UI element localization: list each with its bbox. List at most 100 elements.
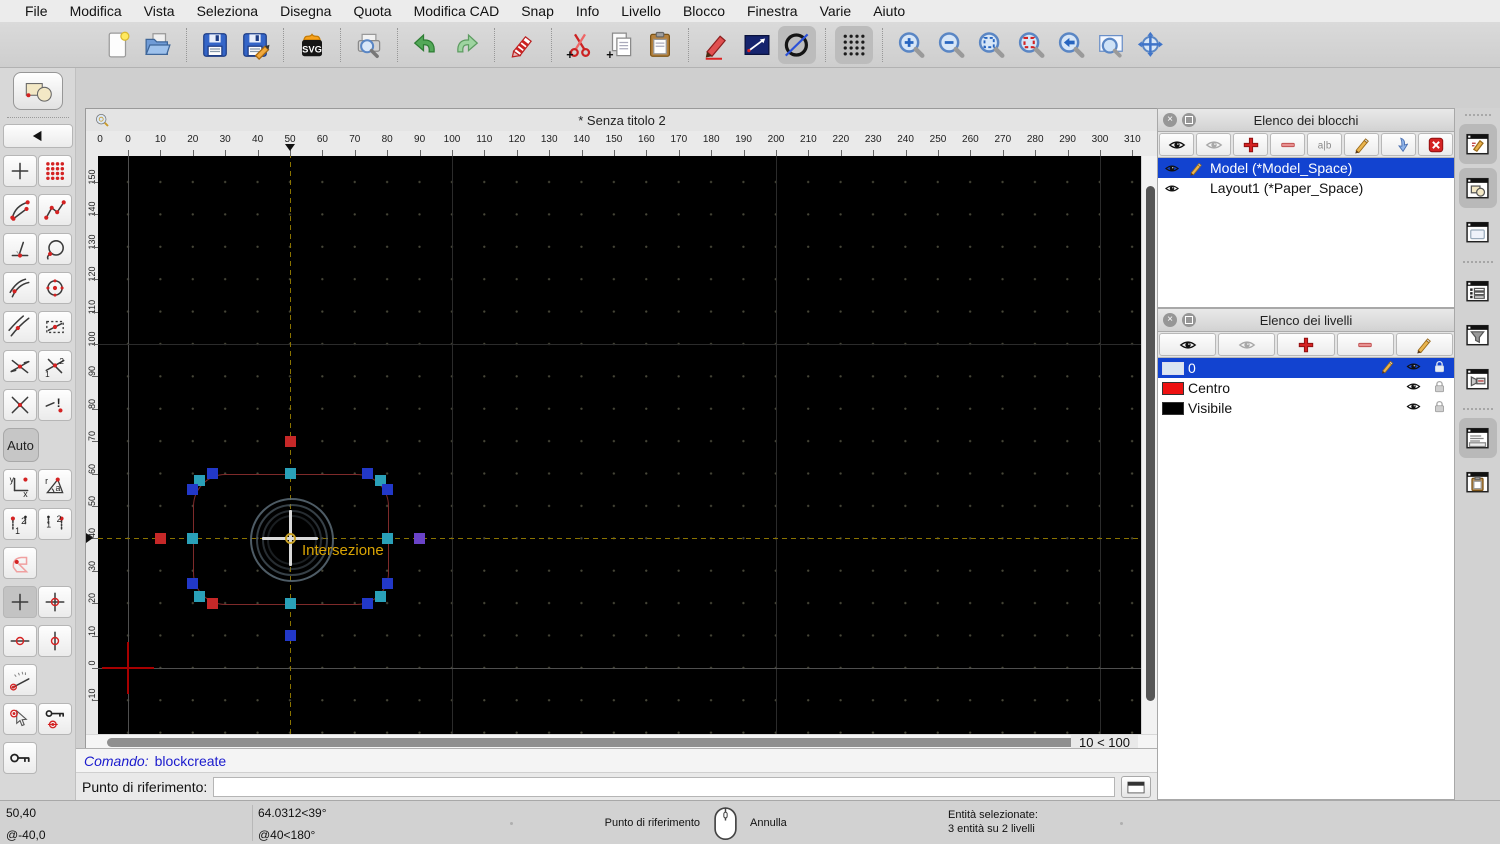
snap-grid-button[interactable] (37, 155, 72, 187)
dock-library-browser-button[interactable] (1459, 359, 1497, 399)
horizontal-scrollbar-thumb[interactable] (107, 738, 1078, 747)
edit-block-button[interactable] (1344, 133, 1379, 156)
menu-seleziona[interactable]: Seleziona (186, 3, 270, 19)
horizontal-scrollbar[interactable]: 10 < 100 (86, 734, 1158, 750)
block-row[interactable]: Model (*Model_Space) (1158, 158, 1454, 178)
menu-finestra[interactable]: Finestra (736, 3, 809, 19)
lock-icon[interactable] (1432, 359, 1447, 377)
entity-handle[interactable] (375, 591, 387, 603)
restrict-horizontal-button[interactable] (2, 625, 37, 657)
snap-cross-button[interactable] (2, 389, 37, 421)
eye-icon[interactable] (1406, 379, 1421, 397)
line-tool-button[interactable] (738, 26, 776, 64)
tool-options-button[interactable] (12, 72, 63, 110)
snap-middle-button[interactable] (2, 311, 37, 343)
dock-layer-filter-button[interactable] (1459, 315, 1497, 355)
snap-distance-button[interactable] (37, 311, 72, 343)
command-input[interactable] (213, 777, 1115, 797)
redo-button[interactable] (447, 26, 485, 64)
menu-quota[interactable]: Quota (342, 3, 402, 19)
edit-layer-button[interactable] (1395, 333, 1454, 356)
print-preview-button[interactable] (350, 26, 388, 64)
circle-tool-button[interactable] (778, 25, 816, 64)
menu-file[interactable]: File (14, 3, 59, 19)
entity-handle[interactable] (193, 591, 205, 603)
menu-vista[interactable]: Vista (133, 3, 186, 19)
entity-handle[interactable] (187, 484, 199, 496)
float-icon[interactable] (1182, 113, 1196, 127)
cut-button[interactable]: + (561, 26, 599, 64)
hide-all-blocks-button[interactable] (1196, 133, 1231, 156)
lock-icon[interactable] (1432, 379, 1447, 397)
insert-block-button[interactable] (1381, 133, 1416, 156)
back-button[interactable] (2, 124, 73, 148)
vertical-scrollbar[interactable] (1141, 156, 1158, 734)
grid-toggle-button[interactable] (835, 25, 873, 64)
eye-icon[interactable] (1406, 399, 1421, 417)
layer-row[interactable]: Visibile (1158, 398, 1454, 418)
edit-pencil-icon[interactable] (1380, 359, 1395, 377)
coord-polar-button[interactable]: ra (37, 469, 72, 501)
lock-button[interactable] (2, 742, 37, 774)
rename-block-button[interactable]: a|b (1307, 133, 1342, 156)
drawing-window-titlebar[interactable]: * Senza titolo 2 (86, 109, 1158, 132)
close-icon[interactable]: × (1163, 113, 1177, 127)
add-block-button[interactable] (1233, 133, 1268, 156)
visibility-toggle[interactable] (1162, 181, 1182, 196)
save-button[interactable] (196, 26, 234, 64)
menu-disegna[interactable]: Disegna (269, 3, 342, 19)
float-icon[interactable] (1182, 313, 1196, 327)
zoom-previous-button[interactable] (1052, 26, 1090, 64)
entity-handle[interactable] (414, 532, 426, 544)
show-all-layers-button[interactable] (1159, 333, 1217, 356)
dock-clipboard-button[interactable] (1459, 462, 1497, 502)
restrict-nothing-button[interactable] (2, 586, 37, 618)
snap-auto-button[interactable]: Auto (2, 428, 39, 462)
menu-modifica[interactable]: Modifica (59, 3, 133, 19)
show-all-blocks-button[interactable] (1159, 133, 1194, 156)
remove-block-button[interactable] (1270, 133, 1305, 156)
entity-handle[interactable] (206, 468, 218, 480)
zoom-out-button[interactable] (932, 26, 970, 64)
snap-perpendicular-button[interactable] (2, 233, 37, 265)
eye-icon[interactable] (1406, 359, 1421, 377)
entity-handle[interactable] (362, 597, 374, 609)
snap-tangent-button[interactable] (2, 272, 37, 304)
dock-preview-button[interactable] (1459, 212, 1497, 252)
copy-button[interactable]: + (601, 26, 639, 64)
ref-point-2-1-button[interactable]: 12 (37, 508, 72, 540)
dock-pen-palette-button[interactable] (1458, 124, 1497, 164)
ref-point-1-2-button[interactable]: 12 (2, 508, 37, 540)
block-row[interactable]: Layout1 (*Paper_Space) (1158, 178, 1454, 198)
snap-free-button[interactable] (2, 155, 37, 187)
coord-cartesian-button[interactable]: yx (2, 469, 37, 501)
layer-row[interactable]: 0 (1158, 358, 1454, 378)
snap-intersection-button[interactable] (2, 350, 37, 382)
menu-info[interactable]: Info (565, 3, 610, 19)
delete-entity-button[interactable] (504, 26, 542, 64)
dock-command-line-button[interactable] (1458, 418, 1497, 458)
close-icon[interactable]: × (1163, 313, 1177, 327)
entity-handle[interactable] (206, 597, 218, 609)
zoom-auto-button[interactable] (972, 26, 1010, 64)
lock-icon[interactable] (1432, 399, 1447, 417)
hide-all-layers-button[interactable] (1218, 333, 1276, 356)
entity-handle[interactable] (381, 578, 393, 590)
undo-button[interactable] (407, 26, 445, 64)
entity-handle[interactable] (381, 532, 393, 544)
entity-handle[interactable] (284, 630, 296, 642)
layer-row[interactable]: Centro (1158, 378, 1454, 398)
snap-on-entity-button[interactable] (37, 194, 72, 226)
snap-intersection-manual-button[interactable]: 12 (37, 350, 72, 382)
new-document-button[interactable] (99, 26, 137, 64)
entity-handle[interactable] (284, 468, 296, 480)
entity-handle[interactable] (284, 597, 296, 609)
dock-layer-list-button[interactable] (1459, 271, 1497, 311)
entity-handle[interactable] (187, 532, 199, 544)
entity-handle[interactable] (187, 578, 199, 590)
open-file-button[interactable] (139, 26, 177, 64)
drawing-canvas[interactable]: Intersezione (98, 156, 1141, 734)
menu-blocco[interactable]: Blocco (672, 3, 736, 19)
snap-on-circle-button[interactable] (37, 233, 72, 265)
restrict-orthogonal-button[interactable] (37, 586, 72, 618)
